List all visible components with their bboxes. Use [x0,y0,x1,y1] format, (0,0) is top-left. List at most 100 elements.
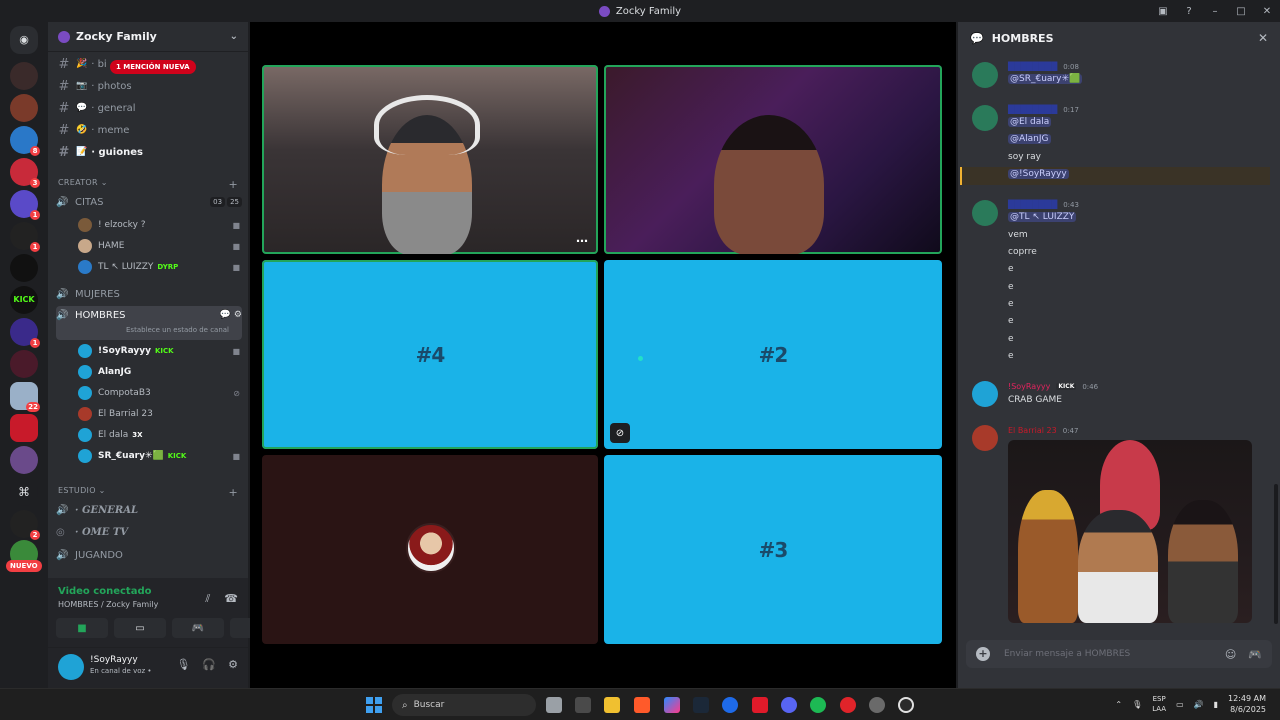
server-icon[interactable]: ⌘ [10,478,38,506]
microphone-icon[interactable]: 🎙 [176,658,190,671]
add-channel-icon[interactable]: + [228,486,238,499]
avatar[interactable] [972,425,998,451]
task-view-icon[interactable] [546,697,562,713]
user-mention[interactable]: @!SoyRayyy [1008,169,1069,179]
avatar[interactable] [972,381,998,407]
server-header[interactable]: Zocky Family ⌄ [48,22,248,52]
channel-actions[interactable]: 💬 ⚙ [220,310,242,320]
server-icon[interactable]: 8 [10,126,40,156]
gear-icon[interactable]: ⚙ [228,658,238,671]
voice-member[interactable]: El Barrial 23 [78,405,240,423]
voice-member[interactable]: ! elzocky ? ■ [78,216,240,234]
avatar[interactable] [972,200,998,226]
voice-channel-jugando[interactable]: 🔊 JUGANDO [56,545,242,565]
video-tile[interactable]: #2 ⊘ [604,260,942,449]
chat-scrollbar[interactable] [1274,484,1278,624]
user-mention[interactable]: @El dala [1008,117,1052,127]
connection-location[interactable]: HOMBRES / Zocky Family [58,600,158,609]
image-attachment[interactable] [1008,440,1252,623]
discord-icon[interactable] [781,697,797,713]
user-mention[interactable]: @AlanJG [1008,134,1051,144]
voice-channel-citas[interactable]: 🔊 CITAS 03 25 [56,192,242,212]
app-icon[interactable] [840,697,856,713]
voice-member[interactable]: SR_€uary✳🟩 KICK ■ [78,447,240,465]
maximize-button[interactable]: □ [1228,6,1254,17]
server-icon[interactable]: 1 [10,222,40,252]
server-icon[interactable]: 1 [10,190,40,220]
brave-icon[interactable] [634,697,650,713]
server-icon[interactable] [10,94,38,122]
server-icon[interactable] [10,414,38,442]
headphones-icon[interactable]: 🎧 [202,658,216,671]
video-tile[interactable]: #3 [604,455,942,644]
chat-input[interactable]: + Enviar mensaje a HOMBRES ☺ 🎮 [966,640,1272,668]
network-icon[interactable]: ▭ [1176,700,1184,709]
kick-server-icon[interactable]: KICK [10,286,38,314]
server-icon[interactable] [10,446,38,474]
category-estudio[interactable]: ESTUDIO ⌄ + [58,486,238,499]
voice-member[interactable]: AlanJG [78,363,240,381]
store-icon[interactable] [575,697,591,713]
language-indicator[interactable]: ESP LAA [1152,694,1166,714]
video-tile[interactable]: #4 [262,260,598,449]
server-icon[interactable]: 1 [10,318,40,348]
close-window-button[interactable]: ✕ [1254,6,1280,17]
file-explorer-icon[interactable] [604,697,620,713]
server-icon[interactable] [10,350,38,378]
microphone-icon[interactable]: 🎙 [1132,700,1142,709]
spotify-icon[interactable] [810,697,826,713]
add-channel-icon[interactable]: + [228,178,238,191]
channel-meme[interactable]: # 🤣 · meme [56,120,242,140]
video-tile[interactable] [604,65,942,254]
user-mention[interactable]: @TL ↖ LUIZZY [1008,212,1077,222]
server-icon[interactable] [10,254,38,282]
noise-suppression-icon[interactable]: ⫽ [205,592,210,606]
server-icon[interactable]: 22 [10,382,40,412]
avatar[interactable] [58,654,84,680]
activities-button[interactable]: 🎮 [172,618,224,638]
author-name[interactable]: El Barrial 23 [1008,426,1057,435]
chevron-up-icon[interactable]: ⌃ [1115,700,1122,709]
screen-share-button[interactable]: ▭ [114,618,166,638]
inbox-icon[interactable]: ▣ [1150,6,1176,17]
app-icon[interactable] [869,697,885,713]
obs-icon[interactable] [898,697,914,713]
camera-toggle-button[interactable]: ■ [56,618,108,638]
more-options-icon[interactable]: ⋯ [576,234,588,248]
author-name[interactable]: ████████ [1008,105,1057,114]
voice-member[interactable]: TL ↖ LUIZZY DYRP ■ [78,258,240,276]
minimize-button[interactable]: – [1202,6,1228,17]
voice-member[interactable]: HAME ■ [78,237,240,255]
close-icon[interactable]: ✕ [1258,31,1268,45]
start-button[interactable] [366,697,382,713]
voice-member[interactable]: CompotaB3 ⊘ [78,384,240,402]
battery-icon[interactable]: ▮ [1214,700,1218,709]
user-mention[interactable]: @SR_€uary✳🟩 [1008,74,1083,84]
connection-status[interactable]: Video conectado [58,586,151,597]
channel-general[interactable]: # 💬 · general [56,98,242,118]
clock[interactable]: 12:49 AM 8/6/2025 [1228,693,1266,715]
taskbar-search[interactable]: ⌕ Buscar [392,694,536,716]
netflix-icon[interactable] [752,697,768,713]
channel-photos[interactable]: # 📷 · photos [56,76,242,96]
video-tile[interactable]: ⋯ [262,65,598,254]
video-tile[interactable] [262,455,598,644]
voice-member[interactable]: !SoyRayyy KICK ■ [78,342,240,360]
gamepad-icon[interactable]: 🎮 [1248,648,1262,661]
app-icon[interactable] [722,697,738,713]
channel-status[interactable]: Establece un estado de canal [126,326,229,334]
discord-home-icon[interactable]: ◉ [10,26,38,54]
voice-member[interactable]: El dala 3X [78,426,240,444]
voice-channel-hombres[interactable]: 🔊 HOMBRES 💬 ⚙ [56,306,242,340]
new-mention-pill[interactable]: 1 MENCIÓN NUEVA [110,60,196,74]
emoji-icon[interactable]: ☺ [1225,648,1236,661]
server-icon[interactable]: 2 [10,510,40,540]
author-name[interactable]: ████████ [1008,62,1057,71]
voice-channel-ometv[interactable]: ◎ · OME TV [56,522,242,542]
author-name[interactable]: ████████ [1008,200,1057,209]
avatar[interactable] [972,105,998,131]
attach-icon[interactable]: + [976,647,990,661]
volume-icon[interactable]: 🔊 [1194,700,1204,709]
copilot-icon[interactable] [664,697,680,713]
steam-icon[interactable] [693,697,709,713]
